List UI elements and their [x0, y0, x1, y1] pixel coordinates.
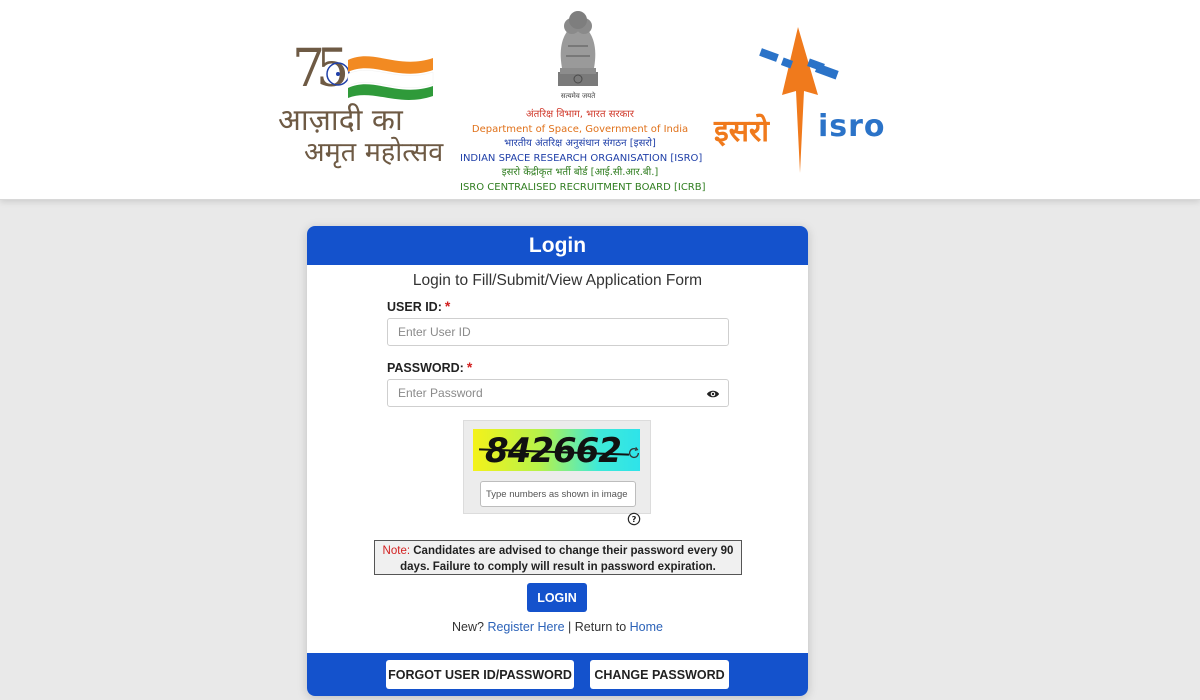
svg-text:?: ?: [632, 514, 637, 524]
password-label-text: PASSWORD:: [387, 361, 464, 375]
department-title-block: अंतरिक्ष विभाग, भारत सरकार Department of…: [460, 108, 706, 195]
svg-text:5: 5: [316, 40, 349, 99]
user-id-label: USER ID: *: [387, 298, 450, 314]
password-input[interactable]: [387, 379, 729, 407]
captcha-input[interactable]: [480, 481, 636, 507]
forgot-credentials-button[interactable]: FORGOT USER ID/PASSWORD: [386, 660, 574, 689]
akam-line-2: अमृत महोत्सव: [304, 137, 444, 168]
change-password-button[interactable]: CHANGE PASSWORD: [590, 660, 729, 689]
register-link[interactable]: Register Here: [487, 620, 564, 634]
icrb-line-hindi: इसरो केंद्रीकृत भर्ती बोर्ड [आई.सी.आर.बी…: [501, 167, 659, 178]
isro-logo-hindi: इसरो: [714, 114, 770, 149]
return-text: | Return to: [564, 620, 630, 634]
password-label: PASSWORD: *: [387, 359, 472, 375]
login-card-title: Login: [307, 226, 808, 265]
isro-line-hindi: भारतीय अंतरिक्ष अनुसंधान संगठन [इसरो]: [504, 138, 656, 149]
azadi-ka-amrit-mahotsav-logo: 7 5 आज़ादी का अमृत महोत्सव: [278, 40, 453, 168]
required-mark: *: [444, 298, 451, 314]
emblem-caption: सत्यमेव जयते: [560, 92, 596, 100]
login-subtitle: Login to Fill/Submit/View Application Fo…: [412, 272, 703, 289]
password-expiry-note: Note: Candidates are advised to change t…: [374, 540, 742, 575]
dept-line-english: Department of Space, Government of India: [471, 123, 689, 135]
refresh-icon[interactable]: [627, 446, 641, 460]
dept-line-hindi: अंतरिक्ष विभाग, भारत सरकार: [526, 109, 634, 120]
user-id-label-text: USER ID:: [387, 300, 442, 314]
login-card-footer: FORGOT USER ID/PASSWORD CHANGE PASSWORD: [307, 653, 808, 696]
akam-flag-icon: 7 5: [292, 40, 434, 100]
home-link[interactable]: Home: [630, 620, 663, 634]
required-mark: *: [466, 359, 473, 375]
eye-icon[interactable]: [706, 387, 720, 401]
isro-rocket-icon: [759, 27, 839, 173]
site-header: 7 5 आज़ादी का अमृत महोत्सव सत्यमेव जयते …: [0, 0, 1200, 200]
new-text: New?: [451, 620, 484, 634]
captcha-box: 842662: [463, 420, 651, 514]
note-text: Candidates are advised to change their p…: [400, 545, 734, 573]
note-prefix: Note:: [382, 545, 411, 557]
emblem-icon: [558, 11, 598, 86]
user-id-input[interactable]: [387, 318, 729, 346]
captcha-image: 842662: [473, 429, 640, 471]
help-icon[interactable]: ?: [627, 512, 641, 526]
register-line: New? Register Here | Return to Home: [307, 620, 808, 634]
isro-logo: इसरो isro: [710, 25, 890, 180]
icrb-line-english: ISRO CENTRALISED RECRUITMENT BOARD [ICRB…: [460, 181, 706, 193]
login-button[interactable]: LOGIN: [527, 583, 587, 612]
isro-logo-english: isro: [818, 109, 886, 144]
isro-line-english: INDIAN SPACE RESEARCH ORGANISATION [ISRO…: [460, 152, 703, 164]
login-card: Login Login to Fill/Submit/View Applicat…: [307, 226, 808, 696]
